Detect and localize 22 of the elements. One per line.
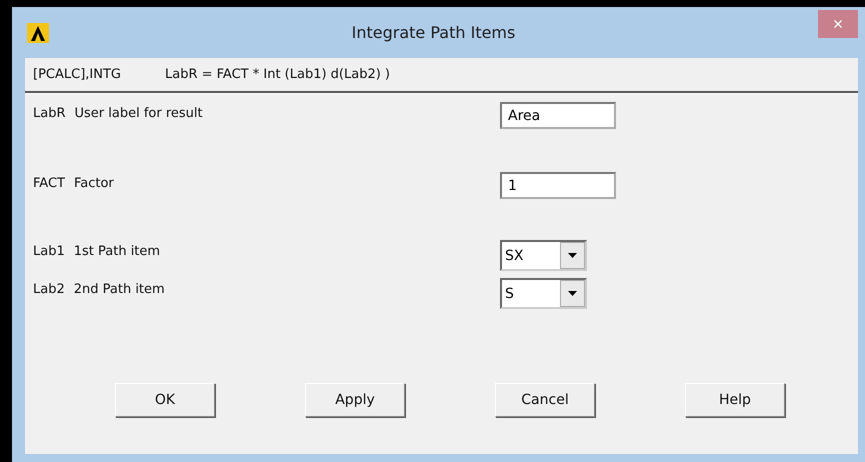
caret-icon	[568, 253, 577, 258]
logo-icon	[27, 22, 49, 42]
field-key: Lab1	[33, 244, 65, 259]
window-title: Integrate Path Items	[352, 23, 516, 42]
dialog-button[interactable]: Cancel	[495, 383, 595, 417]
field-label: 2nd Path item	[74, 282, 165, 297]
dialog-button[interactable]: Help	[685, 383, 785, 417]
field-key: Lab2	[33, 282, 65, 297]
field-label: Factor	[74, 176, 114, 191]
field-key: FACT	[33, 176, 65, 191]
dialog-button[interactable]: OK	[115, 383, 215, 417]
dialog-button[interactable]: Apply	[305, 383, 405, 417]
field-label: User label for result	[74, 106, 203, 121]
input-field[interactable]: 1	[500, 172, 616, 199]
command-name: [PCALC],INTG	[33, 67, 121, 82]
field-label: 1st Path item	[74, 244, 160, 259]
caret-icon	[568, 291, 577, 296]
dropdown[interactable]: SX	[500, 240, 587, 271]
dropdown[interactable]: S	[500, 278, 587, 309]
command-formula: LabR = FACT * Int (Lab1) d(Lab2) )	[164, 67, 390, 82]
input-field[interactable]: Area	[500, 102, 616, 129]
field-key: LabR	[33, 106, 66, 121]
